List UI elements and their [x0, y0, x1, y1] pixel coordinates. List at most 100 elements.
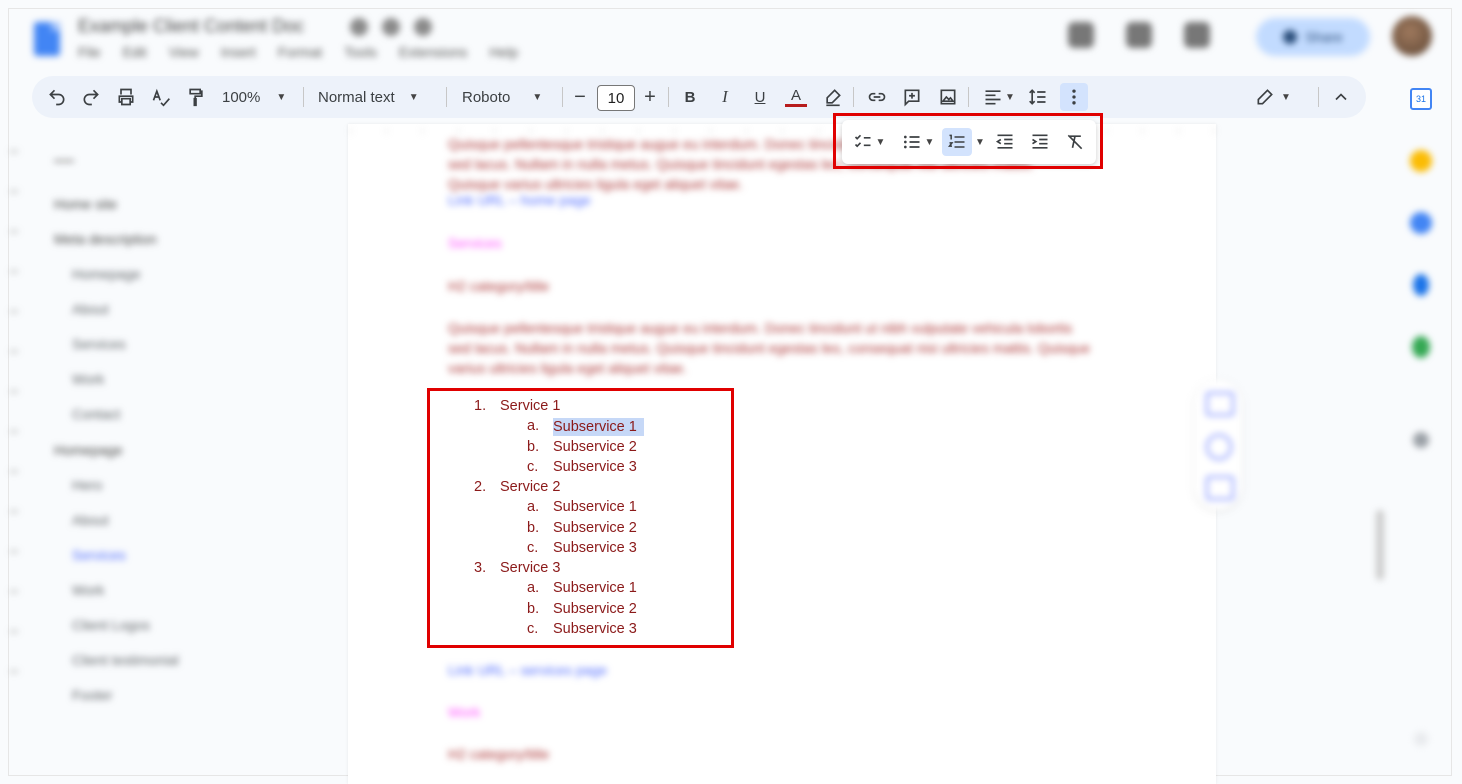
italic-button[interactable]: I [715, 76, 735, 118]
undo-icon[interactable] [46, 76, 68, 118]
star-icon[interactable] [350, 18, 368, 36]
outline-item[interactable]: Work [72, 371, 104, 387]
contacts-icon[interactable] [1413, 274, 1429, 296]
text-color-swatch [785, 103, 807, 107]
maps-icon[interactable] [1412, 336, 1430, 358]
outline-item[interactable]: Work [72, 582, 104, 598]
menu-tools[interactable]: Tools [344, 44, 377, 60]
section-heading[interactable]: H2 category/title [448, 278, 549, 294]
divider [446, 87, 447, 107]
meet-icon[interactable] [1184, 22, 1210, 48]
chevron-down-icon: ▼ [1281, 91, 1291, 103]
outline-item[interactable]: Footer [72, 687, 112, 703]
calendar-icon[interactable]: 31 [1410, 88, 1432, 110]
list-highlight-box [427, 388, 734, 648]
font-select[interactable]: Roboto ▼ [462, 76, 552, 118]
outline-item[interactable]: Homepage [72, 266, 141, 282]
add-on-icon[interactable] [1413, 432, 1429, 448]
editing-mode-select[interactable]: ▼ [1253, 76, 1293, 118]
divider [562, 87, 563, 107]
side-panel-toggle-icon[interactable] [1414, 732, 1428, 746]
chevron-down-icon: ▼ [408, 91, 419, 103]
outline-item[interactable]: About [72, 512, 109, 528]
link-icon[interactable] [866, 76, 888, 118]
outline-item[interactable]: Client Logos [72, 617, 150, 633]
align-select[interactable]: ▼ [979, 76, 1019, 118]
zoom-value: 100% [222, 88, 261, 106]
outline-item[interactable]: Homepage [54, 442, 123, 458]
divider [1318, 87, 1319, 107]
align-left-icon [985, 90, 1001, 105]
docs-logo-icon[interactable] [34, 22, 60, 56]
menu-insert[interactable]: Insert [221, 44, 256, 60]
menu-edit[interactable]: Edit [123, 44, 147, 60]
bold-button[interactable]: B [680, 76, 700, 118]
add-comment-icon[interactable] [1206, 392, 1234, 416]
outline-item[interactable]: Meta description [54, 231, 157, 247]
outline-item[interactable]: Contact [72, 406, 120, 422]
menu-file[interactable]: File [78, 44, 101, 60]
outline-item[interactable]: About [72, 301, 109, 317]
menu-extensions[interactable]: Extensions [399, 44, 467, 60]
font-size-input[interactable]: 10 [597, 85, 635, 111]
keep-icon[interactable] [1410, 150, 1432, 172]
title-icons [350, 18, 432, 36]
outline-item[interactable]: Home site [54, 196, 117, 212]
collapse-menus-icon[interactable] [1330, 76, 1352, 118]
line-spacing-icon[interactable] [1027, 76, 1049, 118]
lock-icon [1283, 30, 1298, 44]
outline-item[interactable]: Client testimonial [72, 652, 179, 668]
document-outline: Home site Meta description Homepage Abou… [40, 150, 340, 770]
link-line[interactable]: Link URL – home page [448, 192, 591, 208]
cloud-status-icon[interactable] [414, 18, 432, 36]
paragraph-style-select[interactable]: Normal text ▼ [318, 76, 434, 118]
zoom-select[interactable]: 100% ▼ [222, 76, 292, 118]
decrease-font-size-button[interactable]: − [572, 76, 588, 118]
share-button[interactable]: Share [1256, 18, 1370, 56]
scrollbar[interactable] [1376, 510, 1384, 580]
font-value: Roboto [462, 88, 511, 106]
divider [853, 87, 854, 107]
menu-help[interactable]: Help [489, 44, 518, 60]
outline-item-active[interactable]: Services [72, 547, 126, 563]
left-edge-marks [10, 150, 18, 710]
outline-back-icon[interactable] [54, 160, 74, 176]
move-icon[interactable] [382, 18, 400, 36]
outline-item[interactable]: Hero [72, 477, 102, 493]
increase-font-size-button[interactable]: + [642, 76, 658, 118]
menu-view[interactable]: View [169, 44, 199, 60]
tasks-icon[interactable] [1410, 212, 1432, 234]
chevron-down-icon: ▼ [1005, 91, 1015, 103]
style-value: Normal text [318, 88, 395, 106]
share-label: Share [1305, 29, 1343, 45]
divider [303, 87, 304, 107]
section-label[interactable]: Work [448, 704, 480, 720]
paint-format-icon[interactable] [185, 76, 207, 118]
avatar[interactable] [1392, 16, 1432, 56]
section-heading[interactable]: H2 category/title [448, 746, 549, 762]
section-label[interactable]: Services [448, 235, 502, 251]
divider [668, 87, 669, 107]
insert-image-icon[interactable] [937, 76, 959, 118]
emoji-icon[interactable] [1206, 434, 1232, 460]
more-options-icon[interactable] [1060, 83, 1088, 111]
text-color-button[interactable]: A [785, 76, 807, 118]
history-icon[interactable] [1068, 22, 1094, 48]
pencil-icon [1257, 89, 1273, 105]
highlight-icon[interactable] [822, 76, 844, 118]
print-icon[interactable] [115, 76, 137, 118]
document-title[interactable]: Example Client Content Doc [78, 16, 304, 37]
chevron-down-icon: ▼ [532, 91, 543, 103]
suggest-edit-icon[interactable] [1206, 476, 1234, 500]
add-comment-icon[interactable] [901, 76, 923, 118]
redo-icon[interactable] [80, 76, 102, 118]
paragraph-main[interactable]: Quisque pellentesque tristique augue eu … [448, 318, 1098, 378]
outline-item[interactable]: Services [72, 336, 126, 352]
menu-format[interactable]: Format [278, 44, 322, 60]
spellcheck-icon[interactable] [150, 76, 172, 118]
header-actions [1068, 22, 1210, 48]
floating-actions [1194, 380, 1242, 510]
link-line[interactable]: Link URL – services page [448, 662, 607, 678]
comments-icon[interactable] [1126, 22, 1152, 48]
underline-button[interactable]: U [750, 76, 770, 118]
